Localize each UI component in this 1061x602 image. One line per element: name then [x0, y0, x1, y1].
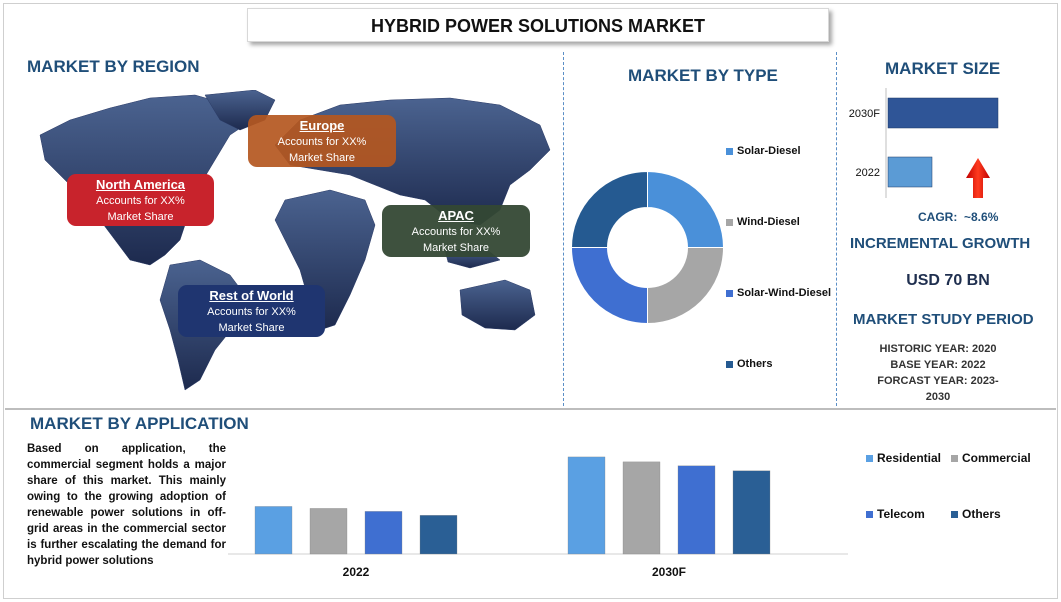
- donut-slice-wind-diesel: [647, 247, 725, 325]
- legend-swatch: [951, 454, 958, 462]
- application-bar-chart: 2022 2030F: [228, 456, 848, 579]
- app-bar-residential-2030f: [567, 456, 606, 555]
- application-description: Based on application, the commercial seg…: [27, 443, 226, 567]
- cagr-label: CAGR:: [918, 210, 958, 224]
- app-category-label: 2022: [343, 565, 370, 579]
- cagr-value: ~8.6%: [964, 210, 999, 224]
- legend-label: Others: [737, 358, 773, 370]
- region-name: North America: [95, 177, 186, 192]
- legend-label: Residential: [877, 451, 942, 465]
- region-line1: Accounts for XX%: [96, 195, 185, 207]
- app-legend-residential: Residential: [866, 451, 941, 465]
- type-legend-solar-wind-diesel: Solar-Wind-Diesel: [726, 287, 831, 299]
- region-line1: Accounts for XX%: [277, 136, 367, 148]
- size-title: MARKET SIZE: [885, 59, 1001, 78]
- app-category-label: 2030F: [652, 565, 686, 579]
- type-legend-others: Others: [726, 358, 772, 370]
- region-box-europe[interactable]: Europe Accounts for XX% Market Share: [248, 115, 396, 167]
- legend-label: Telecom: [877, 507, 925, 521]
- study-forecast: FORCAST YEAR: 2023-: [877, 375, 999, 387]
- market-size-chart: 2030F 2022: [849, 88, 999, 198]
- app-bar-commercial-2030f: [622, 461, 661, 555]
- region-name: Europe: [299, 118, 345, 133]
- region-title: MARKET BY REGION: [27, 57, 200, 76]
- legend-swatch: [726, 360, 733, 368]
- size-bar-label: 2030F: [849, 108, 880, 120]
- growth-value: USD 70 BN: [906, 272, 990, 289]
- type-donut-chart: [570, 170, 725, 325]
- app-bar-telecom-2022: [364, 511, 403, 555]
- legend-swatch: [951, 510, 958, 518]
- app-bar-others-2022: [419, 515, 458, 555]
- legend-swatch: [866, 454, 873, 462]
- legend-swatch: [726, 147, 733, 155]
- type-title: MARKET BY TYPE: [628, 66, 778, 85]
- region-name: Rest of World: [209, 288, 294, 303]
- legend-label: Solar-Wind-Diesel: [737, 287, 832, 299]
- size-bar-2030f: [887, 97, 999, 129]
- region-line2: Market Share: [288, 152, 356, 164]
- donut-slice-others: [570, 170, 648, 248]
- study-title: MARKET STUDY PERIOD: [853, 311, 1034, 328]
- size-bar-label: 2022: [856, 167, 880, 179]
- legend-label: Solar-Diesel: [737, 145, 801, 157]
- region-line1: Accounts for XX%: [411, 226, 501, 238]
- app-bar-others-2030f: [732, 470, 771, 555]
- region-box-apac[interactable]: APAC Accounts for XX% Market Share: [382, 205, 530, 257]
- divider-type-size: [836, 52, 837, 406]
- app-bar-residential-2022: [254, 506, 293, 555]
- donut-slice-solar-wind-diesel: [570, 247, 648, 325]
- legend-swatch: [866, 510, 873, 518]
- region-name: APAC: [438, 208, 474, 223]
- legend-swatch: [726, 289, 733, 297]
- region-line1: Accounts for XX%: [207, 306, 296, 318]
- australia-shape: [459, 279, 536, 331]
- legend-label: Others: [962, 507, 1001, 521]
- legend-swatch: [726, 218, 733, 226]
- app-legend-others: Others: [951, 507, 1001, 521]
- page-title: HYBRID POWER SOLUTIONS MARKET: [247, 8, 829, 42]
- app-bar-commercial-2022: [309, 508, 348, 555]
- cagr-text: CAGR: ~8.6%: [918, 210, 998, 224]
- donut-slice-solar-diesel: [647, 170, 725, 248]
- app-legend-telecom: Telecom: [866, 507, 925, 521]
- growth-arrow-icon: [966, 158, 990, 198]
- region-line2: Market Share: [422, 242, 490, 254]
- study-forecast-end: 2030: [925, 391, 951, 403]
- type-legend-wind-diesel: Wind-Diesel: [726, 216, 800, 228]
- region-box-rest-of-world[interactable]: Rest of World Accounts for XX% Market Sh…: [178, 285, 325, 337]
- divider-horizontal: [5, 408, 1056, 410]
- size-bar-2022: [887, 156, 933, 188]
- growth-title: INCREMENTAL GROWTH: [850, 235, 1031, 252]
- region-line2: Market Share: [218, 322, 285, 334]
- study-historic: HISTORIC YEAR: 2020: [879, 343, 997, 355]
- region-box-north-america[interactable]: North America Accounts for XX% Market Sh…: [67, 174, 214, 226]
- app-bar-telecom-2030f: [677, 465, 716, 555]
- app-legend-commercial: Commercial: [951, 451, 1031, 465]
- type-legend-solar-diesel: Solar-Diesel: [726, 145, 801, 157]
- legend-label: Wind-Diesel: [737, 216, 800, 228]
- study-base: BASE YEAR: 2022: [890, 359, 986, 371]
- region-line2: Market Share: [107, 211, 174, 223]
- application-title: MARKET BY APPLICATION: [30, 414, 249, 433]
- legend-label: Commercial: [962, 451, 1031, 465]
